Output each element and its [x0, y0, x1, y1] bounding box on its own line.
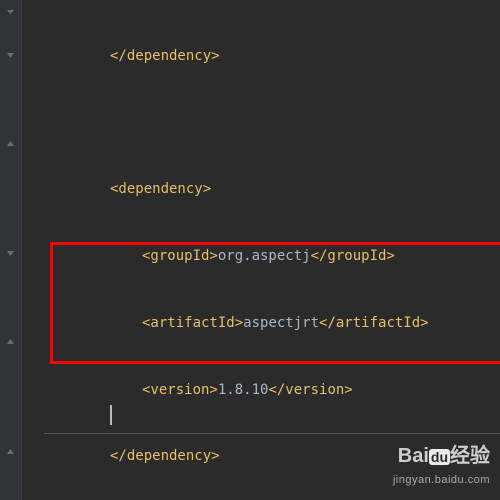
xml-tag: </dependency>	[110, 48, 220, 64]
watermark: Baidu经验 jingyan.baidu.com	[393, 440, 490, 490]
xml-tag: </groupId>	[311, 248, 395, 264]
text-cursor	[110, 405, 112, 425]
separator-line	[44, 433, 500, 434]
watermark-brand: Baidu经验	[393, 440, 490, 472]
fold-marker-icon[interactable]	[3, 444, 17, 458]
xml-tag: <dependency>	[110, 181, 211, 197]
xml-tag: </artifactId>	[319, 315, 429, 331]
fold-marker-icon[interactable]	[3, 334, 17, 348]
fold-marker-icon[interactable]	[3, 48, 17, 62]
xml-text: 1.8.10	[218, 382, 269, 398]
xml-tag: </version>	[268, 382, 352, 398]
fold-marker-icon[interactable]	[3, 4, 17, 18]
watermark-text: 经验	[450, 445, 490, 467]
watermark-url: jingyan.baidu.com	[393, 472, 490, 490]
xml-text: org.aspectj	[218, 248, 311, 264]
code-area[interactable]: </dependency> <dependency> <groupId>org.…	[22, 0, 500, 500]
gutter	[0, 0, 22, 500]
fold-marker-icon[interactable]	[3, 246, 17, 260]
xml-tag: <artifactId>	[142, 315, 243, 331]
xml-tag: <groupId>	[142, 248, 218, 264]
fold-marker-icon[interactable]	[3, 136, 17, 150]
xml-tag: </dependency>	[110, 448, 220, 464]
xml-text: aspectjrt	[243, 315, 319, 331]
code-editor[interactable]: </dependency> <dependency> <groupId>org.…	[0, 0, 500, 500]
xml-tag: <version>	[142, 382, 218, 398]
watermark-text: Bai	[398, 445, 429, 467]
watermark-text: du	[429, 449, 450, 465]
